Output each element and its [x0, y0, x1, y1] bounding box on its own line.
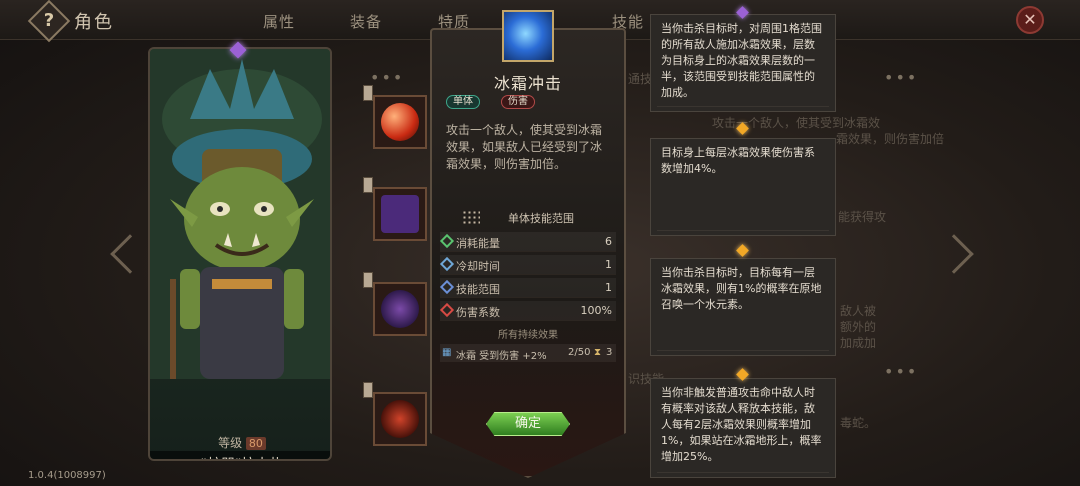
help-icon: ? — [43, 10, 55, 31]
skill-slot-serpent[interactable] — [363, 382, 427, 446]
tooltip-upgrade-3: 当你击杀目标时，目标每有一层冰霜效果，则有1%的概率在原地召唤一个水元素。 — [650, 258, 836, 356]
divider-dots: ••• — [370, 68, 405, 87]
stat-label: 技能范围 — [456, 283, 500, 296]
confirm-button[interactable]: 确定 — [486, 412, 570, 436]
tooltip-upgrade-2: 目标身上每层冰霜效果使伤害系数增加4%。 — [650, 138, 836, 236]
tag-single-target: 单体 — [446, 95, 480, 109]
stat-row: 伤害系数 100% — [439, 301, 616, 321]
range-label: 单体技能范围 — [508, 212, 574, 225]
frost-strike-icon — [502, 10, 554, 62]
skill-flag-icon — [363, 177, 373, 193]
character-name: "蛇咒"拉卡扎 — [150, 451, 330, 459]
bg-text: 能获得攻 — [838, 210, 887, 224]
skill-description: 攻击一个敌人，使其受到冰霜效果，如果敌人已经受到了冰霜效果，则伤害加倍。 — [446, 123, 603, 171]
bg-text: 毒蛇。 — [840, 416, 877, 430]
tooltip-upgrade-4: 当你非触发普通攻击命中敌人时有概率对该敌人释放本技能，敌人每有2层冰霜效果则概率… — [650, 378, 836, 478]
stat-value: 1 — [605, 258, 612, 271]
skill-slot-lightning[interactable] — [363, 177, 427, 241]
tooltip-upgrade-1: 当你击杀目标时，对周围1格范围的所有敌人施加冰霜效果，层数为目标身上的冰霜效果层… — [650, 14, 836, 112]
stat-label: 伤害系数 — [456, 306, 500, 319]
hourglass-icon: ⧗ — [594, 347, 602, 358]
character-level: 等级 80 — [150, 434, 330, 451]
stat-value: 100% — [580, 304, 612, 317]
divider-dots: ••• — [884, 68, 919, 87]
damage-icon — [439, 302, 455, 318]
level-value: 80 — [245, 437, 266, 450]
meteor-icon — [381, 103, 419, 141]
bg-text: 霜效果，则伤害加倍 — [836, 132, 945, 146]
stat-row: 冷却时间 1 — [439, 255, 616, 275]
tag-damage: 伤害 — [501, 95, 535, 109]
frost-effect-icon: ▦ — [442, 347, 452, 358]
range-grid-icon — [462, 210, 480, 224]
skill-flag-icon — [363, 272, 373, 288]
effect-stack: 2/50 — [568, 347, 591, 358]
close-button[interactable]: ✕ — [1016, 6, 1044, 34]
effect-duration: 3 — [606, 347, 613, 358]
bg-text: 加成加 — [840, 336, 877, 350]
skill-flag-icon — [363, 382, 373, 398]
range-icon — [439, 279, 455, 295]
skill-title: 冰霜冲击 — [493, 74, 562, 93]
lightning-icon — [381, 195, 419, 233]
skill-slot-vortex[interactable] — [363, 272, 427, 336]
stat-label: 消耗能量 — [456, 237, 500, 250]
divider-dots: ••• — [884, 362, 919, 381]
cooldown-icon — [439, 256, 455, 272]
version-label: 1.0.4(1008997) — [28, 470, 106, 481]
stat-row: 技能范围 1 — [439, 278, 616, 298]
skill-slot-meteor[interactable] — [363, 85, 427, 149]
stat-label: 冷却时间 — [456, 260, 500, 273]
bg-text: 敌人被 — [840, 304, 877, 318]
skill-flag-icon — [363, 85, 373, 101]
help-button[interactable]: ? — [27, 0, 71, 43]
effect-row-frost: ▦ 冰霜 受到伤害 +2% 2/50 ⧗ 3 — [440, 344, 616, 362]
goblin-character-portrait — [150, 49, 330, 379]
tab-attributes[interactable]: 属性 — [263, 11, 295, 32]
stat-value: 6 — [605, 235, 612, 248]
page-title: 角色 — [74, 12, 114, 33]
character-card[interactable]: 等级 80 "蛇咒"拉卡扎 ★★★★ — [148, 47, 332, 461]
stat-value: 1 — [605, 281, 612, 294]
vortex-icon — [381, 290, 419, 328]
bg-text: 通技 — [628, 72, 653, 86]
bg-text: 额外的 — [840, 320, 877, 334]
skill-range-row: 单体技能范围 — [462, 210, 612, 226]
serpent-icon — [381, 400, 419, 438]
effects-title: 所有持续效果 — [498, 330, 558, 341]
level-label: 等级 — [218, 436, 243, 450]
stat-row: 消耗能量 6 — [439, 232, 616, 252]
tab-equipment[interactable]: 装备 — [350, 11, 382, 32]
effect-name: 冰霜 受到伤害 +2% — [456, 351, 547, 362]
close-icon: ✕ — [1023, 10, 1037, 29]
energy-icon — [439, 233, 455, 249]
